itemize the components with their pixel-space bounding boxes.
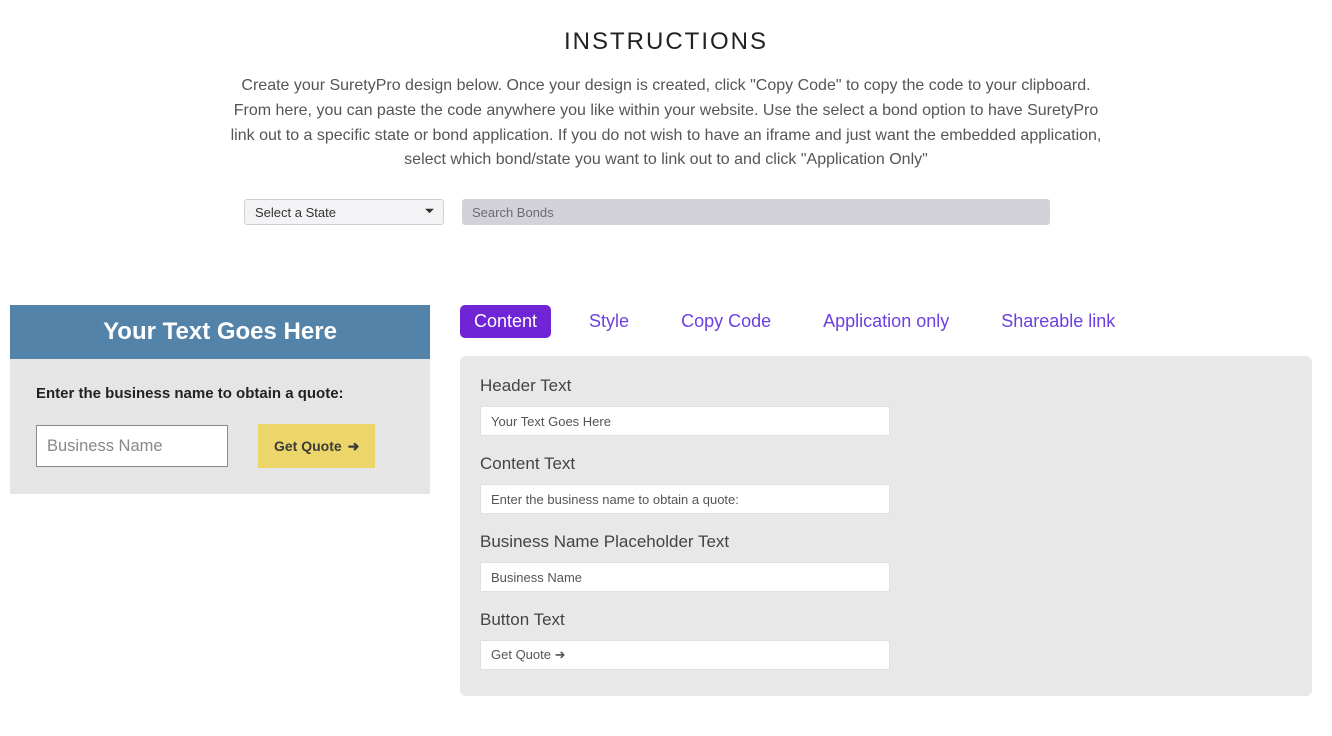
arrow-right-icon: ➜ (348, 438, 360, 455)
preview-content-label: Enter the business name to obtain a quot… (36, 385, 404, 402)
business-name-input[interactable] (36, 425, 228, 467)
tab-style[interactable]: Style (575, 305, 643, 338)
content-text-input[interactable] (480, 484, 890, 514)
state-select-label: Select a State (255, 205, 336, 220)
tab-copy-code[interactable]: Copy Code (667, 305, 785, 338)
instructions-body: Create your SuretyPro design below. Once… (226, 74, 1106, 173)
search-bonds-input[interactable] (462, 199, 1050, 225)
button-text-input[interactable] (480, 640, 890, 670)
state-select[interactable]: Select a State (244, 199, 444, 225)
content-panel: Header Text Content Text Business Name P… (460, 356, 1312, 696)
placeholder-text-label: Business Name Placeholder Text (480, 532, 890, 552)
header-text-label: Header Text (480, 376, 890, 396)
tab-shareable-link[interactable]: Shareable link (987, 305, 1129, 338)
placeholder-text-input[interactable] (480, 562, 890, 592)
chevron-down-icon (424, 205, 435, 220)
get-quote-button-label: Get Quote (274, 438, 342, 454)
tab-application-only[interactable]: Application only (809, 305, 963, 338)
get-quote-button[interactable]: Get Quote ➜ (258, 424, 375, 468)
config-panel: Content Style Copy Code Application only… (460, 305, 1312, 696)
tabs: Content Style Copy Code Application only… (460, 305, 1312, 338)
tab-content[interactable]: Content (460, 305, 551, 338)
button-text-label: Button Text (480, 610, 890, 630)
preview-header: Your Text Goes Here (10, 305, 430, 359)
instructions-title: INSTRUCTIONS (10, 28, 1322, 56)
content-text-label: Content Text (480, 454, 890, 474)
header-text-input[interactable] (480, 406, 890, 436)
controls-row: Select a State (244, 199, 1322, 225)
preview-widget: Your Text Goes Here Enter the business n… (10, 305, 430, 494)
